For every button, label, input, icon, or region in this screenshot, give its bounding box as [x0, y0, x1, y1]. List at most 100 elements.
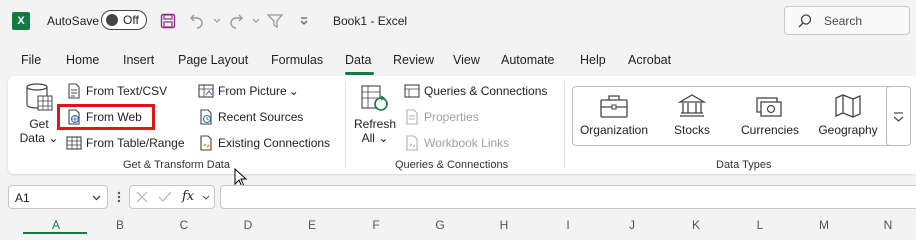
undo-icon[interactable]	[187, 11, 207, 31]
column-header-l[interactable]: L	[728, 218, 792, 232]
tab-automate[interactable]: Automate	[501, 53, 555, 67]
chevron-down-icon[interactable]	[202, 195, 210, 201]
column-header-k[interactable]: K	[664, 218, 728, 232]
gallery-expand-icon	[893, 112, 904, 122]
undo-dropdown-icon[interactable]	[207, 11, 227, 31]
tab-home[interactable]: Home	[66, 53, 99, 67]
get-data-button[interactable]: Get Data ⌄	[18, 82, 60, 145]
tab-data[interactable]: Data	[345, 53, 371, 67]
autosave-toggle[interactable]: Off	[101, 10, 147, 30]
from-picture-label: From Picture	[218, 84, 287, 98]
column-header-m[interactable]: M	[792, 218, 856, 232]
data-type-stocks[interactable]: Stocks	[653, 93, 731, 137]
group-separator	[564, 82, 565, 168]
from-text-csv-label: From Text/CSV	[86, 84, 168, 98]
chevron-down-icon: ⌄	[288, 84, 299, 98]
workbook-links-icon	[406, 135, 418, 151]
chevron-down-icon: ⌄	[378, 131, 389, 145]
tab-insert[interactable]: Insert	[123, 53, 154, 67]
data-types-more-button[interactable]	[886, 86, 911, 146]
queries-connections-button[interactable]: Queries & Connections	[404, 80, 547, 102]
formula-bar: A1 fx	[0, 182, 916, 212]
refresh-all-label-line1: Refresh	[353, 117, 397, 131]
workbook-links-button[interactable]: Workbook Links	[404, 132, 509, 154]
from-web-highlight	[57, 104, 155, 130]
queries-connections-label: Queries & Connections	[424, 84, 548, 98]
more-options-icon[interactable]	[117, 191, 121, 203]
column-header-i[interactable]: I	[536, 218, 600, 232]
data-type-currencies[interactable]: Currencies	[731, 93, 809, 137]
excel-logo-icon: X	[12, 12, 30, 30]
tab-help[interactable]: Help	[580, 53, 606, 67]
data-types-gallery: Organization Stocks Currencies Geography	[572, 86, 891, 146]
ribbon: Get Data ⌄ From Text/CSV From Web From T…	[8, 76, 916, 174]
table-icon	[66, 136, 82, 150]
cancel-icon[interactable]	[136, 191, 148, 203]
from-table-range-button[interactable]: From Table/Range	[66, 132, 185, 154]
tab-file[interactable]: File	[21, 53, 41, 67]
name-box[interactable]: A1	[8, 185, 108, 209]
get-data-label-line2: Data ⌄	[19, 131, 59, 145]
autosave-label: AutoSave	[47, 14, 100, 28]
column-header-f[interactable]: F	[344, 218, 408, 232]
data-type-organization-label: Organization	[579, 123, 649, 137]
clear-filter-icon[interactable]	[266, 11, 286, 31]
column-header-n[interactable]: N	[856, 218, 916, 232]
column-header-c[interactable]: C	[152, 218, 216, 232]
text-file-icon	[68, 83, 80, 99]
customize-toolbar-icon[interactable]	[294, 11, 314, 31]
refresh-all-label-line2: All ⌄	[361, 131, 389, 145]
group-separator	[345, 82, 346, 168]
recent-file-icon	[200, 109, 212, 125]
refresh-all-button[interactable]: Refresh All ⌄	[353, 82, 397, 145]
tab-page-layout[interactable]: Page Layout	[178, 53, 248, 67]
redo-icon[interactable]	[226, 11, 246, 31]
column-header-h[interactable]: H	[472, 218, 536, 232]
selected-column-indicator	[23, 232, 87, 234]
save-icon[interactable]	[158, 11, 178, 31]
properties-button[interactable]: Properties	[404, 106, 479, 128]
existing-connections-button[interactable]: Existing Connections	[198, 132, 330, 154]
queries-pane-icon	[404, 84, 420, 98]
tab-formulas[interactable]: Formulas	[271, 53, 323, 67]
recent-sources-label: Recent Sources	[218, 110, 304, 124]
column-headers: A B C D E F G H I J K L M N	[0, 216, 916, 234]
chevron-down-icon	[92, 195, 101, 201]
data-type-organization[interactable]: Organization	[575, 93, 653, 137]
bank-icon	[677, 94, 707, 117]
data-type-geography[interactable]: Geography	[809, 93, 887, 137]
column-header-a[interactable]: A	[24, 218, 88, 232]
formula-input[interactable]	[220, 185, 916, 209]
column-header-j[interactable]: J	[600, 218, 664, 232]
from-picture-button[interactable]: From Picture ⌄	[198, 80, 299, 102]
column-header-g[interactable]: G	[408, 218, 472, 232]
connection-file-icon	[200, 135, 212, 151]
insert-function-icon[interactable]: fx	[182, 189, 194, 204]
search-placeholder: Search	[824, 14, 863, 28]
document-title: Book1 - Excel	[333, 14, 408, 28]
column-header-b[interactable]: B	[88, 218, 152, 232]
recent-sources-button[interactable]: Recent Sources	[198, 106, 303, 128]
tab-acrobat[interactable]: Acrobat	[628, 53, 671, 67]
column-header-e[interactable]: E	[280, 218, 344, 232]
redo-dropdown-icon[interactable]	[246, 11, 266, 31]
data-type-geography-label: Geography	[818, 123, 878, 137]
group-label-data-types: Data Types	[716, 159, 772, 171]
tab-view[interactable]: View	[453, 53, 480, 67]
ribbon-tabs: File Home Insert Page Layout Formulas Da…	[0, 48, 916, 72]
formula-controls: fx	[129, 185, 215, 209]
column-header-d[interactable]: D	[216, 218, 280, 232]
refresh-icon	[361, 85, 388, 111]
existing-connections-label: Existing Connections	[218, 136, 331, 150]
title-bar: X AutoSave Off Book1 - Excel Search	[0, 0, 916, 42]
active-tab-indicator	[345, 72, 374, 75]
workbook-links-label: Workbook Links	[424, 136, 510, 150]
enter-check-icon[interactable]	[158, 191, 172, 203]
properties-label: Properties	[424, 110, 479, 124]
currency-icon	[756, 97, 782, 117]
from-text-csv-button[interactable]: From Text/CSV	[66, 80, 167, 102]
group-label-get-transform: Get & Transform Data	[123, 159, 230, 171]
group-label-queries: Queries & Connections	[395, 159, 509, 171]
tab-review[interactable]: Review	[393, 53, 434, 67]
search-box[interactable]: Search	[784, 6, 910, 35]
